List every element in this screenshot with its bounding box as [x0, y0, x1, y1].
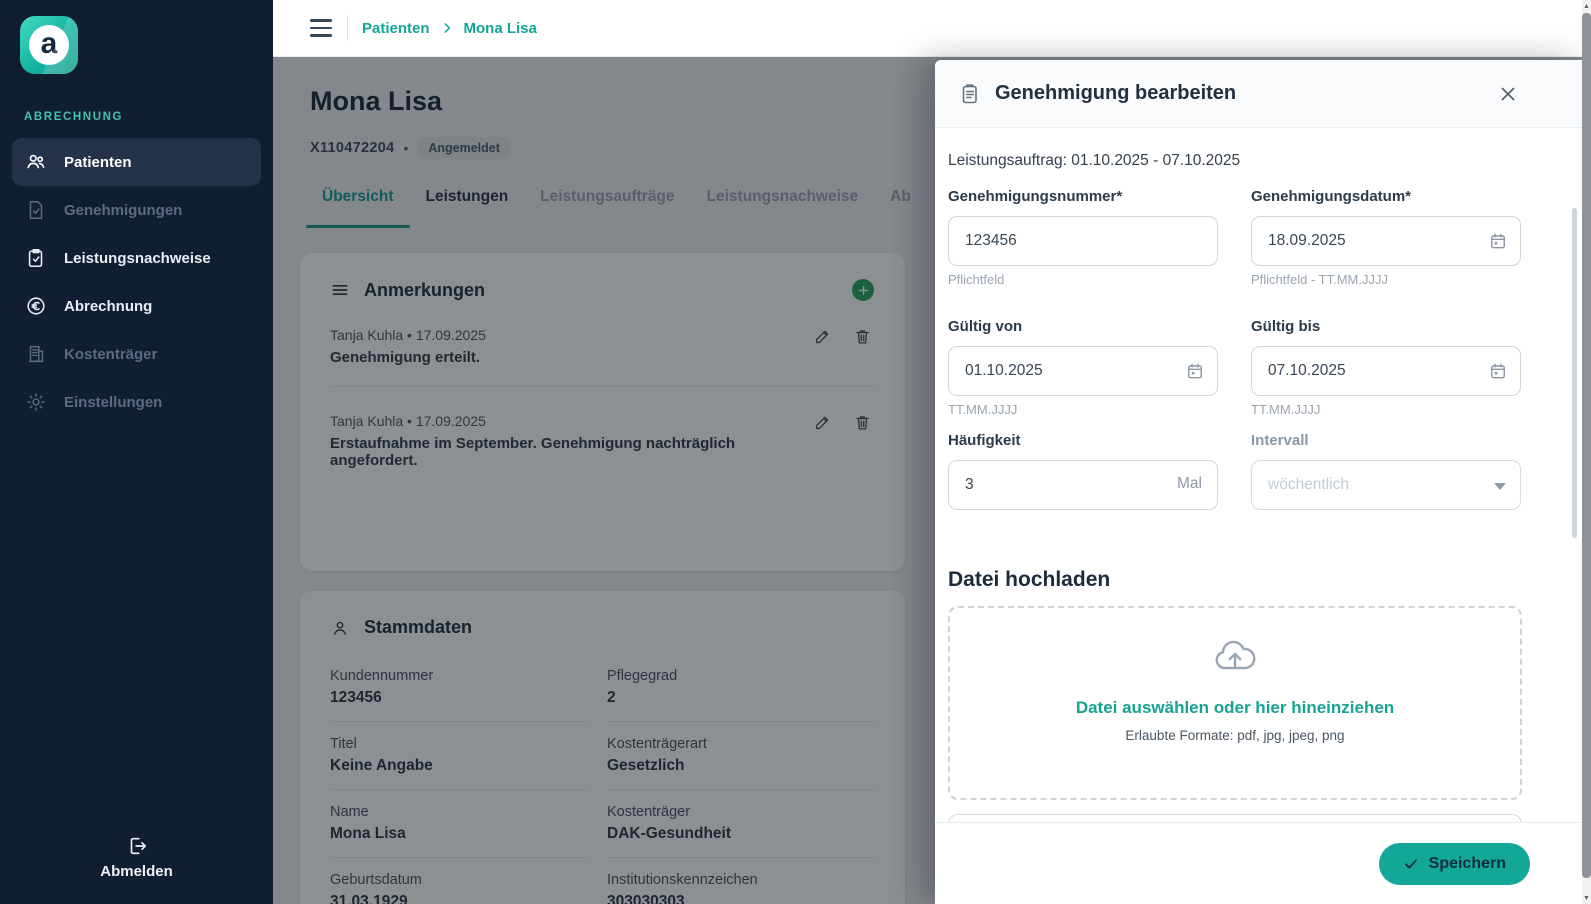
- scroll-up-arrow[interactable]: ▲: [1582, 0, 1591, 12]
- chevron-down-icon: [1494, 483, 1506, 490]
- field-label: Gültig bis: [1251, 318, 1521, 338]
- page-scrollbar[interactable]: ▲ ▼: [1582, 0, 1591, 904]
- sidebar-item-kostentraeger[interactable]: Kostenträger: [12, 330, 261, 378]
- field-haeufigkeit: Häufigkeit Mal: [948, 432, 1218, 532]
- check-icon: [1403, 856, 1419, 872]
- sidebar-item-patienten[interactable]: Patienten: [12, 138, 261, 186]
- sidebar-item-label: Leistungsnachweise: [64, 250, 211, 267]
- file-select-link[interactable]: Datei auswählen oder hier hineinziehen: [1076, 698, 1394, 718]
- field-helper: TT.MM.JJJJ: [948, 402, 1218, 418]
- calendar-icon[interactable]: [1488, 361, 1508, 381]
- sidebar-nav: Patienten Genehmigungen Leistungsnachwei…: [0, 138, 273, 426]
- field-helper: [948, 516, 1218, 532]
- clipboard-icon: [958, 82, 982, 106]
- genehmigungsdatum-input[interactable]: [1251, 216, 1521, 266]
- euro-icon: [25, 295, 47, 317]
- field-genehmigungsnummer: Genehmigungsnummer* Pflichtfeld: [948, 188, 1218, 288]
- sidebar-item-label: Einstellungen: [64, 394, 162, 411]
- save-button-label: Speichern: [1429, 855, 1506, 873]
- drawer-body: Leistungsauftrag: 01.10.2025 - 07.10.202…: [935, 128, 1583, 822]
- drawer-header: Genehmigung bearbeiten: [935, 60, 1583, 128]
- field-helper: TT.MM.JJJJ: [1251, 402, 1521, 418]
- field-label: Genehmigungsnummer*: [948, 188, 1218, 208]
- select-placeholder: wöchentlich: [1268, 476, 1349, 494]
- field-label: Häufigkeit: [948, 432, 1218, 452]
- breadcrumb-patienten[interactable]: Patienten: [362, 20, 430, 37]
- sidebar-section-label: ABRECHNUNG: [24, 111, 123, 123]
- scroll-down-arrow[interactable]: ▼: [1582, 892, 1591, 904]
- people-icon: [25, 151, 47, 173]
- sidebar: a ABRECHNUNG Patienten Genehmigungen: [0, 0, 273, 904]
- field-genehmigungsdatum: Genehmigungsdatum* Pflichtfeld - TT.MM.J…: [1251, 188, 1521, 288]
- calendar-icon[interactable]: [1488, 231, 1508, 251]
- file-dropzone[interactable]: Datei auswählen oder hier hineinziehen E…: [948, 606, 1522, 800]
- logout-label: Abmelden: [100, 863, 173, 880]
- logout-button[interactable]: Abmelden: [0, 835, 273, 880]
- sidebar-item-einstellungen[interactable]: Einstellungen: [12, 378, 261, 426]
- sidebar-item-label: Kostenträger: [64, 346, 157, 363]
- logout-icon: [126, 835, 148, 857]
- genehmigungsnummer-input[interactable]: [948, 216, 1218, 266]
- app-logo-letter: a: [41, 29, 58, 59]
- clipped-input[interactable]: [948, 814, 1522, 822]
- field-gueltig-bis: Gültig bis TT.MM.JJJJ: [1251, 318, 1521, 418]
- close-icon[interactable]: [1497, 83, 1519, 105]
- menu-icon[interactable]: [310, 19, 332, 37]
- drawer-title: Genehmigung bearbeiten: [995, 82, 1497, 105]
- breadcrumb-current[interactable]: Mona Lisa: [464, 20, 537, 37]
- field-intervall: Intervall wöchentlich: [1251, 432, 1521, 532]
- field-label: Genehmigungsdatum*: [1251, 188, 1521, 208]
- sidebar-item-genehmigungen[interactable]: Genehmigungen: [12, 186, 261, 234]
- drawer-footer: Speichern: [935, 822, 1583, 904]
- field-helper: Pflichtfeld - TT.MM.JJJJ: [1251, 272, 1521, 288]
- haeufigkeit-suffix: Mal: [1177, 475, 1202, 493]
- sidebar-item-label: Patienten: [64, 154, 132, 171]
- chevron-right-icon: [440, 21, 454, 35]
- field-gueltig-von: Gültig von TT.MM.JJJJ: [948, 318, 1218, 418]
- edit-authorization-drawer: Genehmigung bearbeiten Leistungsauftrag:…: [935, 60, 1583, 904]
- sidebar-item-label: Abrechnung: [64, 298, 152, 315]
- gear-icon: [25, 391, 47, 413]
- scrollbar-thumb[interactable]: [1582, 13, 1591, 878]
- app-root: a ABRECHNUNG Patienten Genehmigungen: [0, 0, 1591, 904]
- app-logo: a: [20, 16, 78, 74]
- sidebar-item-leistungsnachweise[interactable]: Leistungsnachweise: [12, 234, 261, 282]
- cloud-upload-icon: [1210, 638, 1260, 676]
- field-helper: Pflichtfeld: [948, 272, 1218, 288]
- gueltig-von-input[interactable]: [948, 346, 1218, 396]
- sidebar-item-label: Genehmigungen: [64, 202, 182, 219]
- document-check-icon: [25, 199, 47, 221]
- upload-section-heading: Datei hochladen: [948, 568, 1522, 594]
- calendar-icon[interactable]: [1185, 361, 1205, 381]
- building-icon: [25, 343, 47, 365]
- field-label: Gültig von: [948, 318, 1218, 338]
- drawer-scrollbar-thumb[interactable]: [1572, 208, 1577, 538]
- sidebar-item-abrechnung[interactable]: Abrechnung: [12, 282, 261, 330]
- leistungsauftrag-range: Leistungsauftrag: 01.10.2025 - 07.10.202…: [948, 152, 1522, 170]
- app-logo-circle: a: [29, 25, 69, 65]
- topbar: Patienten Mona Lisa: [273, 0, 1591, 57]
- field-label: Intervall: [1251, 432, 1521, 452]
- clipboard-check-icon: [25, 247, 47, 269]
- gueltig-bis-input[interactable]: [1251, 346, 1521, 396]
- topbar-divider: [347, 15, 348, 41]
- intervall-select[interactable]: wöchentlich: [1251, 460, 1521, 510]
- allowed-formats-hint: Erlaubte Formate: pdf, jpg, jpeg, png: [1125, 728, 1344, 743]
- save-button[interactable]: Speichern: [1379, 843, 1530, 885]
